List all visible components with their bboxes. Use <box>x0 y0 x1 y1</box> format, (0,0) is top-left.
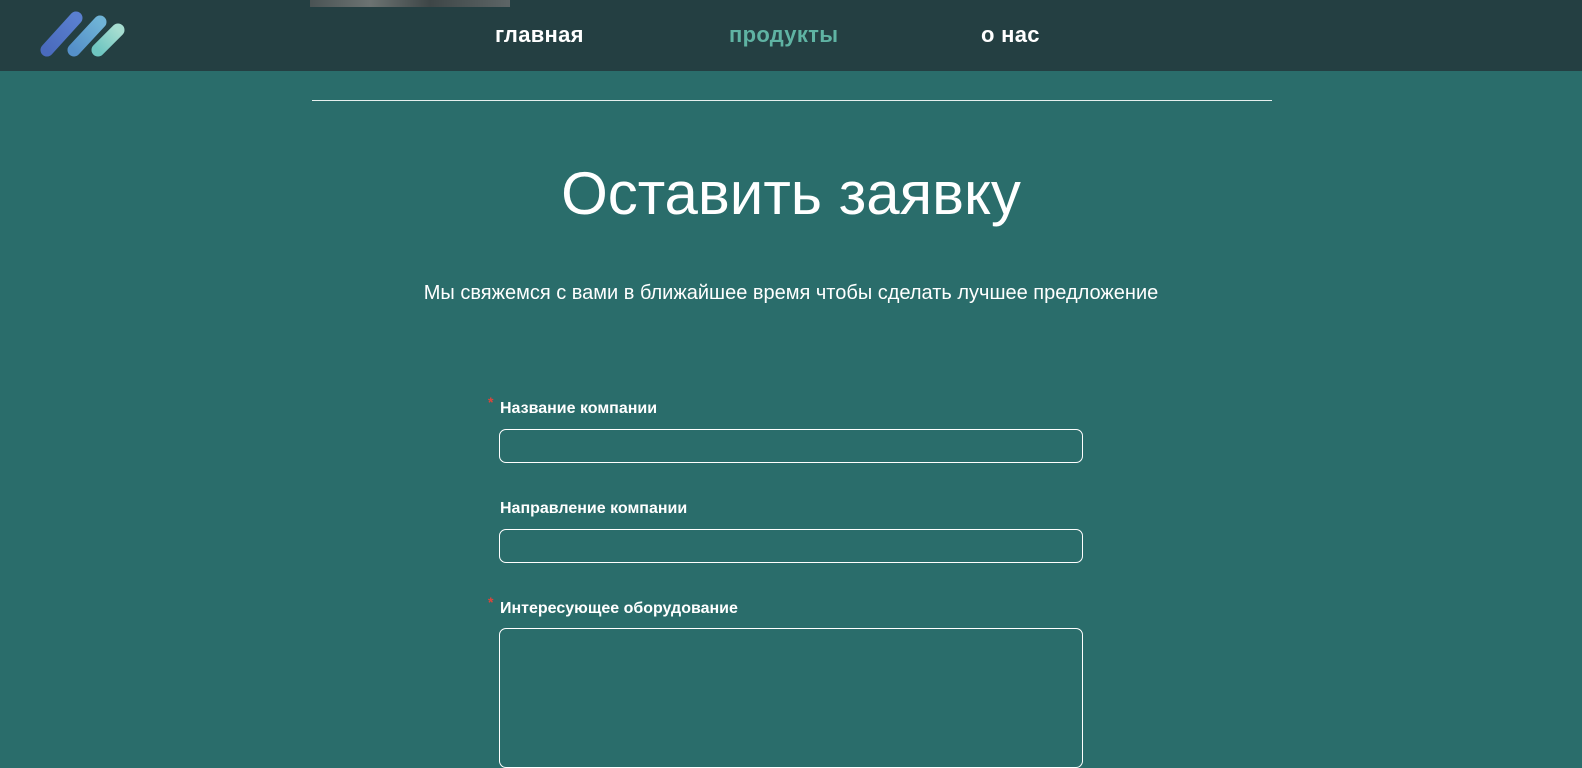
nav-about-link[interactable]: о нас <box>981 22 1040 48</box>
page-title: Оставить заявку <box>561 160 1021 227</box>
logo-icon <box>40 11 125 57</box>
logo[interactable] <box>38 10 130 60</box>
company-name-input[interactable] <box>499 429 1083 463</box>
top-navigation-bar: главная продукты о нас <box>0 0 1582 71</box>
nav-home-link[interactable]: главная <box>495 22 584 48</box>
required-marker: * <box>488 594 494 610</box>
section-divider <box>312 100 1272 101</box>
company-direction-label: Направление компании <box>500 500 688 517</box>
banner-image-strip <box>310 0 510 7</box>
company-name-label: Название компании <box>500 400 658 417</box>
company-direction-input[interactable] <box>499 529 1083 563</box>
nav-products-link[interactable]: продукты <box>729 22 838 48</box>
equipment-label: Интересующее оборудование <box>500 600 738 617</box>
equipment-textarea[interactable] <box>499 628 1083 768</box>
required-marker: * <box>488 394 494 410</box>
page-subtitle: Мы свяжемся с вами в ближайшее время что… <box>423 282 1159 304</box>
